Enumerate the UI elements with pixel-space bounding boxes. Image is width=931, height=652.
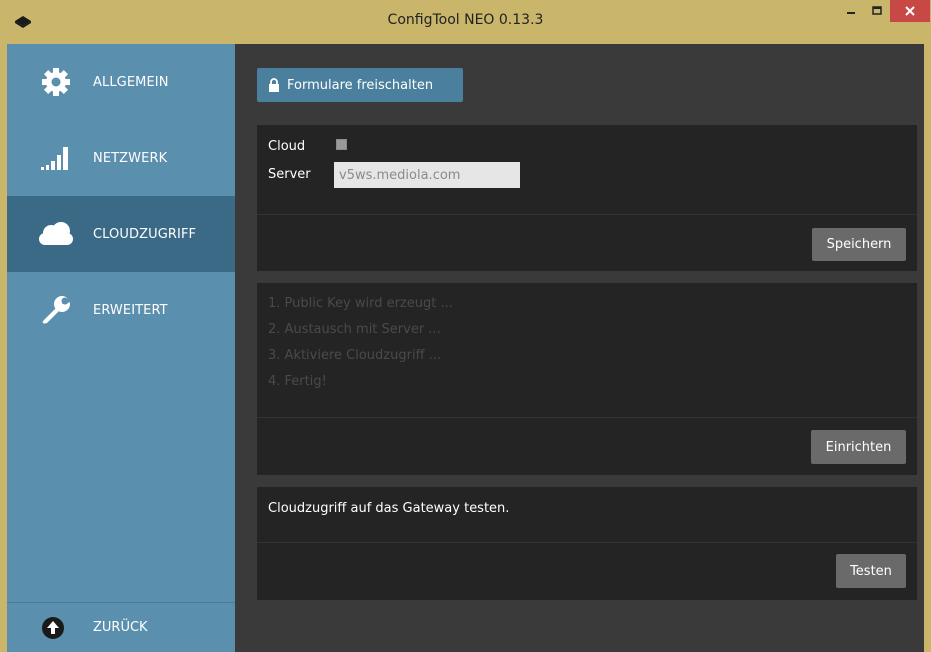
setup-step: 2. Austausch mit Server ...	[268, 322, 441, 337]
maximize-icon	[872, 6, 882, 15]
arrow-up-circle-icon	[42, 617, 64, 639]
lock-icon	[269, 78, 279, 92]
sidebar-item-label: CLOUDZUGRIFF	[93, 226, 197, 242]
sidebar-item-label: ALLGEMEIN	[93, 74, 169, 90]
sidebar-item-cloudzugriff[interactable]: CLOUDZUGRIFF	[7, 196, 235, 272]
gear-icon	[37, 64, 75, 100]
panel-divider	[257, 417, 917, 418]
wrench-icon	[37, 292, 75, 328]
server-label: Server	[268, 167, 311, 182]
back-button[interactable]: ZURÜCK	[7, 602, 235, 652]
panel-divider	[257, 542, 917, 543]
close-icon	[905, 6, 915, 16]
test-button[interactable]: Testen	[836, 554, 906, 588]
cloud-checkbox[interactable]	[336, 139, 347, 150]
close-button[interactable]	[890, 0, 930, 22]
panel-divider	[257, 214, 917, 215]
title-bar[interactable]: ConfigTool NEO 0.13.3	[0, 0, 931, 44]
server-input[interactable]	[334, 162, 520, 188]
cloud-label: Cloud	[268, 139, 306, 154]
test-message: Cloudzugriff auf das Gateway testen.	[268, 501, 510, 516]
window-title: ConfigTool NEO 0.13.3	[387, 12, 544, 28]
minimize-icon	[847, 12, 855, 14]
setup-step: 1. Public Key wird erzeugt ...	[268, 296, 453, 311]
setup-button[interactable]: Einrichten	[811, 430, 906, 464]
back-label: ZURÜCK	[93, 620, 148, 635]
test-panel: Cloudzugriff auf das Gateway testen. Tes…	[257, 487, 917, 600]
sidebar-item-label: ERWEITERT	[93, 302, 168, 318]
main-content: Formulare freischalten Cloud Server Spei…	[235, 44, 924, 652]
unlock-forms-label: Formulare freischalten	[287, 77, 434, 93]
minimize-button[interactable]	[838, 0, 864, 22]
setup-panel: 1. Public Key wird erzeugt ... 2. Austau…	[257, 283, 917, 475]
sidebar: ALLGEMEIN NETZWERK CLOUDZUGRIFF ERWEITER…	[7, 44, 235, 652]
cloud-icon	[37, 216, 75, 252]
sidebar-item-label: NETZWERK	[93, 150, 168, 166]
sidebar-item-netzwerk[interactable]: NETZWERK	[7, 120, 235, 196]
sidebar-item-erweitert[interactable]: ERWEITERT	[7, 272, 235, 348]
maximize-button[interactable]	[864, 0, 890, 22]
signal-bars-icon	[37, 140, 75, 176]
unlock-forms-button[interactable]: Formulare freischalten	[257, 68, 463, 102]
save-button[interactable]: Speichern	[812, 228, 906, 261]
setup-step: 4. Fertig!	[268, 374, 327, 389]
setup-step: 3. Aktiviere Cloudzugriff ...	[268, 348, 442, 363]
sidebar-item-allgemein[interactable]: ALLGEMEIN	[7, 44, 235, 120]
cloud-settings-panel: Cloud Server Speichern	[257, 125, 917, 271]
